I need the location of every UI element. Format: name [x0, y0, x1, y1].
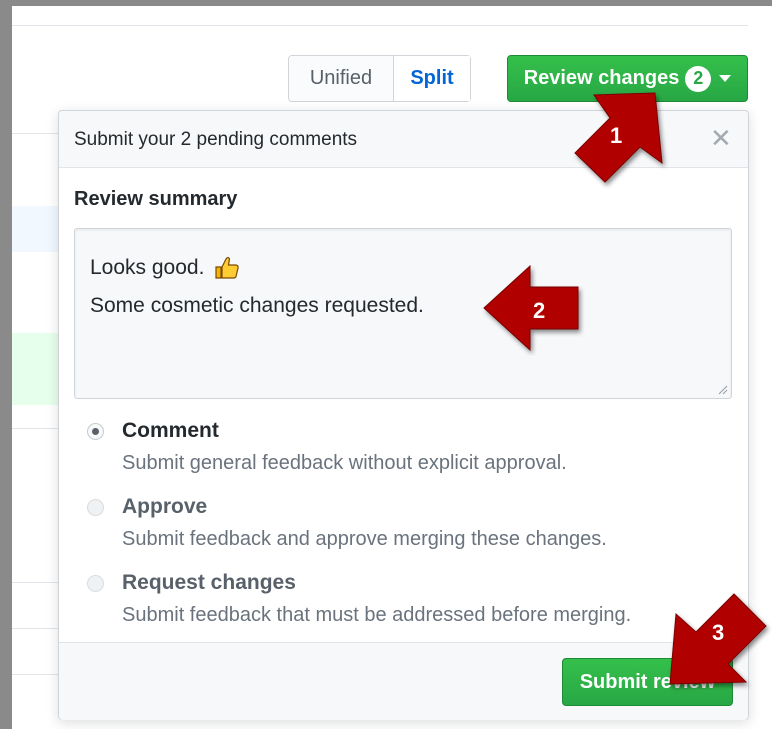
option-approve-title: Approve [122, 495, 208, 518]
popover-title: Submit your 2 pending comments [74, 129, 358, 150]
resize-grip-icon[interactable] [718, 385, 728, 395]
summary-line-1: Looks good. [90, 249, 716, 287]
callout-number-2: 2 [533, 298, 546, 323]
close-icon[interactable]: ✕ [710, 125, 732, 151]
diff-view-toggle: Unified Split [288, 55, 471, 102]
option-request-changes-title: Request changes [122, 571, 296, 594]
radio-request-changes[interactable] [87, 575, 104, 592]
screenshot-frame-top [0, 0, 772, 6]
summary-text-1: Looks good. [90, 256, 205, 279]
split-view-button[interactable]: Split [394, 56, 470, 101]
background-diff-added [12, 333, 60, 405]
thumbs-up-icon [215, 257, 239, 280]
option-comment-title: Comment [122, 419, 219, 442]
radio-comment[interactable] [87, 423, 104, 440]
radio-approve[interactable] [87, 499, 104, 516]
callout-number-3: 3 [712, 620, 725, 645]
background-diff-line [12, 133, 60, 134]
review-popover: Submit your 2 pending comments ✕ Review … [58, 110, 749, 720]
caret-down-icon [719, 75, 732, 82]
review-summary-textarea[interactable]: Looks good. Some cosmetic changes reques… [74, 228, 732, 399]
popover-footer: Submit review [59, 642, 748, 720]
pending-count-badge: 2 [685, 65, 712, 92]
option-approve-description: Submit feedback and approve merging thes… [122, 528, 607, 550]
option-comment-description: Submit general feedback without explicit… [122, 452, 567, 474]
background-diff-line [12, 628, 60, 629]
background-divider [12, 25, 748, 26]
screenshot-frame-left [0, 0, 12, 729]
background-diff-hunk [12, 206, 60, 252]
review-summary-label: Review summary [74, 188, 238, 210]
callout-number-1: 1 [610, 123, 623, 148]
summary-text-2: Some cosmetic changes requested. [90, 294, 424, 317]
option-request-changes-description: Submit feedback that must be addressed b… [122, 604, 632, 626]
unified-view-button[interactable]: Unified [289, 56, 394, 101]
background-diff-line [12, 674, 60, 675]
background-diff-line [12, 428, 60, 429]
background-diff-line [12, 582, 60, 583]
